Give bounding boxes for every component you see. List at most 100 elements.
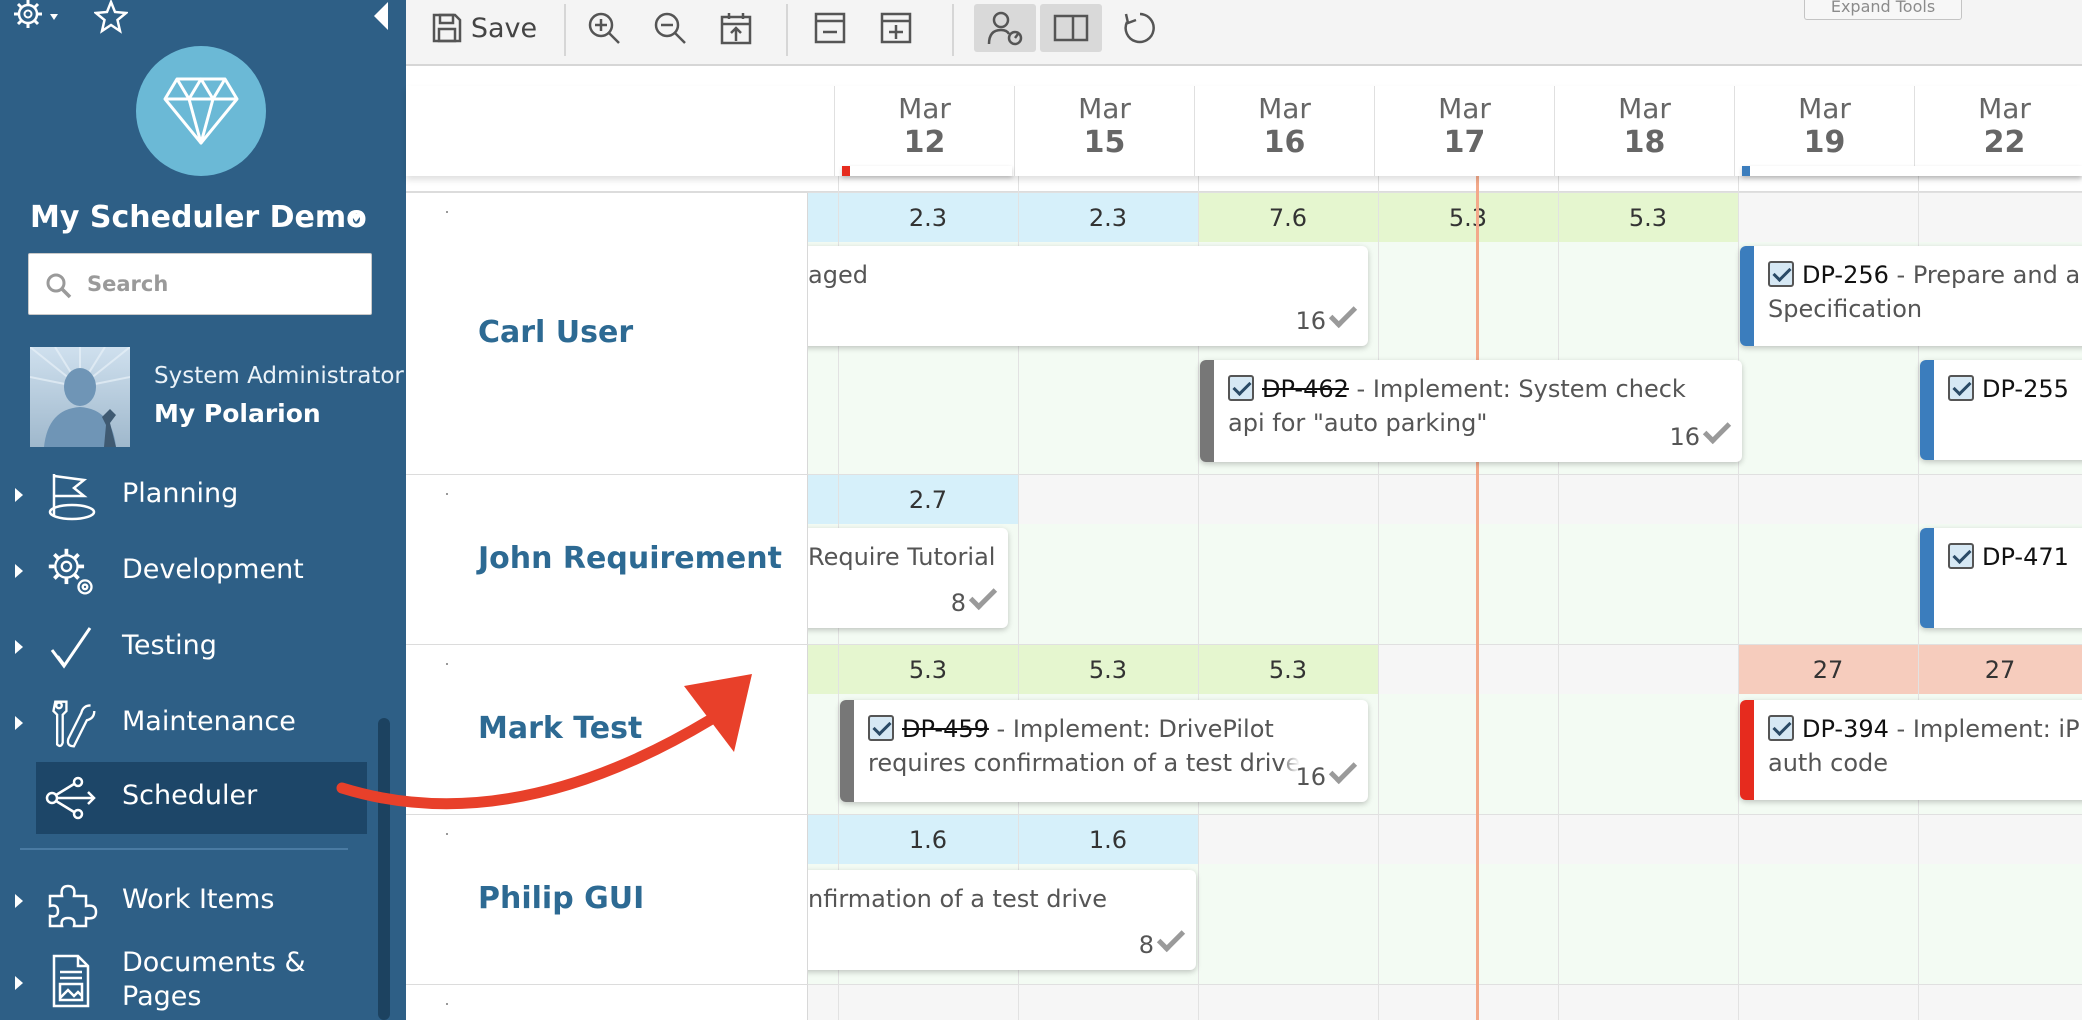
task-id[interactable]: DP-256 <box>1802 261 1889 289</box>
date-column[interactable]: Mar 12 <box>834 86 1014 176</box>
resource-name[interactable]: Carl User <box>478 315 633 350</box>
collapse-all-button[interactable] <box>804 4 856 52</box>
favorite-star-icon[interactable] <box>94 0 128 34</box>
my-polarion-link[interactable]: My Polarion <box>154 399 321 428</box>
resource-row[interactable] <box>406 984 808 1020</box>
resource-row[interactable]: Mark Test <box>406 644 808 814</box>
task-hours: 16 <box>1295 307 1326 335</box>
task-card[interactable]: DP-256 - Prepare and a Specification <box>1740 246 2082 346</box>
task-card[interactable]: DP-459 - Implement: DrivePilot requires … <box>840 700 1368 802</box>
nav-item-maintenance[interactable]: Maintenance <box>0 688 380 758</box>
resource-row[interactable]: Philip GUI <box>406 814 808 984</box>
capacity-cell: 2.3 <box>1018 193 1198 243</box>
date-column[interactable]: Mar 18 <box>1554 86 1734 176</box>
split-view-button[interactable] <box>1040 4 1102 52</box>
date-day: 19 <box>1803 125 1846 160</box>
day-gridline <box>1558 176 1559 1020</box>
expand-caret-icon[interactable] <box>15 488 23 502</box>
date-column[interactable]: Mar 16 <box>1194 86 1374 176</box>
task-card[interactable]: DP-255 <box>1920 360 2082 460</box>
nav-item-work-items[interactable]: Work Items <box>0 866 380 936</box>
nav-label: Documents & Pages <box>122 947 306 1012</box>
task-id[interactable]: DP-394 <box>1802 715 1889 743</box>
task-id[interactable]: DP-255 <box>1982 375 2069 403</box>
date-column[interactable]: Mar 22 <box>1914 86 2082 176</box>
task-type-icon <box>1948 543 1974 569</box>
task-type-icon <box>1948 375 1974 401</box>
user-avatar-icon <box>30 347 130 447</box>
nav-label: Development <box>122 554 304 585</box>
nav-item-development[interactable]: Development <box>0 536 380 606</box>
nav-item-testing[interactable]: Testing <box>0 612 380 682</box>
project-name[interactable]: My Scheduler Demo <box>30 200 367 235</box>
task-id[interactable]: DP-459 <box>902 715 989 743</box>
search-input[interactable] <box>87 266 357 302</box>
project-dropdown-icon[interactable] <box>350 214 362 222</box>
row-marker <box>446 1003 448 1005</box>
nav-item-documents-pages[interactable]: Documents & Pages <box>0 942 380 1020</box>
task-id[interactable]: DP-471 <box>1982 543 2069 571</box>
gear-menu-icon[interactable] <box>6 0 60 34</box>
expand-caret-icon[interactable] <box>15 564 23 578</box>
resource-row[interactable]: John Requirement <box>406 474 808 644</box>
save-button[interactable]: Save <box>428 4 540 52</box>
expand-all-button[interactable] <box>870 4 922 52</box>
task-card[interactable]: DP-462 - Implement: System check api for… <box>1200 360 1742 462</box>
expand-caret-icon[interactable] <box>15 976 23 990</box>
task-card[interactable]: Require Tutorial 8 <box>808 528 1008 628</box>
zoom-out-button[interactable] <box>644 4 696 52</box>
today-marker <box>1476 176 1479 1020</box>
resource-row[interactable]: Carl User <box>406 192 808 474</box>
go-to-today-button[interactable] <box>710 4 762 52</box>
expand-tools-button[interactable]: Expand Tools <box>1804 0 1962 20</box>
capacity-cell: 2.3 <box>838 193 1018 243</box>
row-marker <box>446 211 448 213</box>
toolbar-separator <box>952 4 954 56</box>
zoom-in-button[interactable] <box>578 4 630 52</box>
capacity-cell: 5.3 <box>838 645 1018 695</box>
status-bar <box>840 700 854 802</box>
sidebar-scrollbar[interactable] <box>378 718 390 1020</box>
task-card[interactable]: aged 16 <box>808 246 1368 346</box>
date-column[interactable]: Mar 15 <box>1014 86 1194 176</box>
expand-caret-icon[interactable] <box>15 716 23 730</box>
status-bar <box>1740 246 1754 346</box>
date-day: 16 <box>1263 125 1306 160</box>
task-card[interactable]: DP-471 <box>1920 528 2082 628</box>
nav-item-scheduler[interactable]: Scheduler <box>36 762 367 834</box>
expand-caret-icon[interactable] <box>15 894 23 908</box>
refresh-button[interactable] <box>1114 4 1166 52</box>
task-card[interactable]: nfirmation of a test drive 8 <box>808 870 1196 970</box>
search-icon <box>46 273 72 299</box>
date-column[interactable]: Mar 19 <box>1734 86 1914 176</box>
resource-name[interactable]: Mark Test <box>478 711 642 746</box>
expand-caret-icon[interactable] <box>15 640 23 654</box>
date-month: Mar <box>1438 92 1491 125</box>
document-icon <box>52 954 90 1008</box>
card-peek <box>842 166 1012 176</box>
resource-name[interactable]: John Requirement <box>478 541 782 576</box>
task-title: nfirmation of a test drive <box>808 885 1108 913</box>
task-type-icon <box>1228 375 1254 401</box>
nav-item-planning[interactable]: Planning <box>0 460 380 530</box>
date-column[interactable]: Mar 17 <box>1374 86 1554 176</box>
diamond-icon <box>163 77 239 145</box>
resource-name[interactable]: Philip GUI <box>478 881 644 916</box>
scheduler-app: My Scheduler Demo System Administrator M… <box>0 0 2082 1020</box>
capacity-row: 5.3 5.3 5.3 27 27 <box>808 644 2082 695</box>
date-month: Mar <box>898 92 951 125</box>
task-type-icon <box>1768 261 1794 287</box>
save-label: Save <box>470 12 538 44</box>
status-bar <box>1920 528 1934 628</box>
date-month: Mar <box>1078 92 1131 125</box>
resource-view-button[interactable] <box>974 4 1036 52</box>
task-card[interactable]: DP-394 - Implement: iP auth code <box>1740 700 2082 800</box>
capacity-cell: 27 <box>1918 645 2082 695</box>
avatar[interactable] <box>30 347 130 447</box>
project-logo[interactable] <box>136 46 266 176</box>
collapse-sidebar-icon[interactable] <box>374 2 388 30</box>
date-day: 15 <box>1083 125 1126 160</box>
date-day: 22 <box>1983 125 2026 160</box>
capacity-cell: 5.3 <box>1378 193 1558 243</box>
task-id[interactable]: DP-462 <box>1262 375 1349 403</box>
